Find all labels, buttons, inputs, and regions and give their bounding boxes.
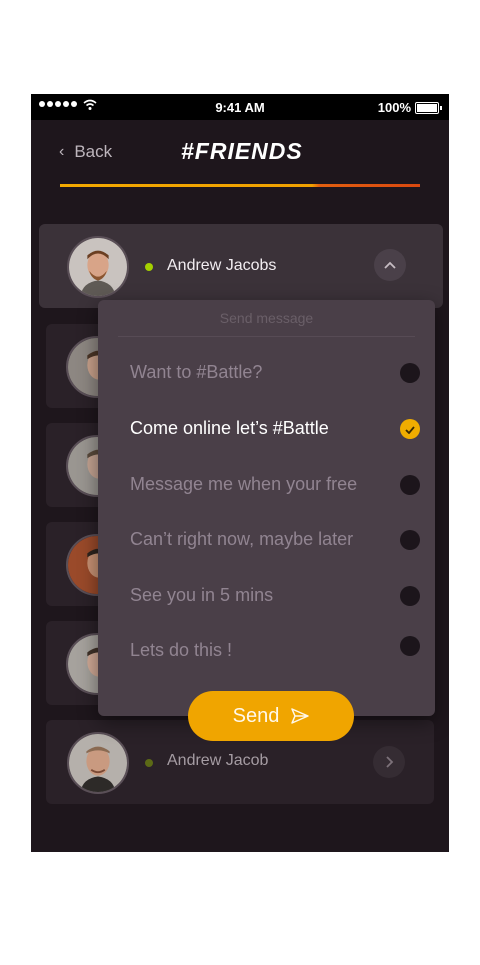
message-option-selected[interactable]: Come online let’s #Battle xyxy=(130,414,420,444)
status-bar: 9:41 AM 100% xyxy=(31,94,449,120)
checkmark-icon xyxy=(405,426,415,435)
chevron-up-icon xyxy=(384,261,396,269)
message-option[interactable]: Can’t right now, maybe later xyxy=(130,525,420,555)
avatar xyxy=(67,732,129,794)
avatar xyxy=(67,236,129,298)
menu-header: Send message xyxy=(219,310,314,326)
online-status-dot xyxy=(145,263,153,271)
radio-button[interactable] xyxy=(400,363,420,383)
friend-name: Andrew Jacobs xyxy=(167,257,277,274)
battery-icon xyxy=(415,102,442,114)
friend-name: Andrew Jacob xyxy=(167,752,269,769)
option-label: Come online let’s #Battle xyxy=(130,418,329,438)
send-message-menu: Send message Want to #Battle? Come onlin… xyxy=(98,300,435,716)
chevron-left-icon: ‹ xyxy=(59,143,65,160)
send-label: Send xyxy=(232,704,280,727)
back-label: Back xyxy=(74,142,113,161)
option-label: Lets do this ! xyxy=(130,640,233,660)
message-option[interactable]: Lets do this ! xyxy=(130,636,420,666)
send-button[interactable]: Send xyxy=(188,691,354,741)
paper-plane-icon xyxy=(291,708,310,724)
message-option[interactable]: Message me when your free xyxy=(130,470,420,500)
radio-button-checked[interactable] xyxy=(400,419,420,439)
friend-card-active[interactable]: Andrew Jacobs xyxy=(39,224,443,308)
online-status-dot xyxy=(145,759,153,767)
option-label: See you in 5 mins xyxy=(130,585,274,605)
collapse-button[interactable] xyxy=(374,249,406,281)
back-button[interactable]: ‹ Back xyxy=(59,142,112,162)
message-option[interactable]: See you in 5 mins xyxy=(130,581,420,611)
option-label: Want to #Battle? xyxy=(130,362,263,382)
nav-bar: ‹ Back #FRIENDS xyxy=(31,120,449,190)
phone-screen: 9:41 AM 100% ‹ Back #FRIENDS Andrew Jaco… xyxy=(31,94,449,852)
battery-percent: 100% xyxy=(377,100,411,115)
radio-button[interactable] xyxy=(400,636,420,656)
option-label: Message me when your free xyxy=(130,474,358,494)
radio-button[interactable] xyxy=(400,586,420,606)
expand-button[interactable] xyxy=(373,746,405,778)
chevron-right-icon xyxy=(386,756,394,768)
progress-bar xyxy=(60,184,420,187)
divider xyxy=(118,336,415,337)
page-title: #FRIENDS xyxy=(181,138,303,164)
message-option[interactable]: Want to #Battle? xyxy=(130,358,420,388)
radio-button[interactable] xyxy=(400,475,420,495)
radio-button[interactable] xyxy=(400,530,420,550)
option-label: Can’t right now, maybe later xyxy=(130,529,354,549)
